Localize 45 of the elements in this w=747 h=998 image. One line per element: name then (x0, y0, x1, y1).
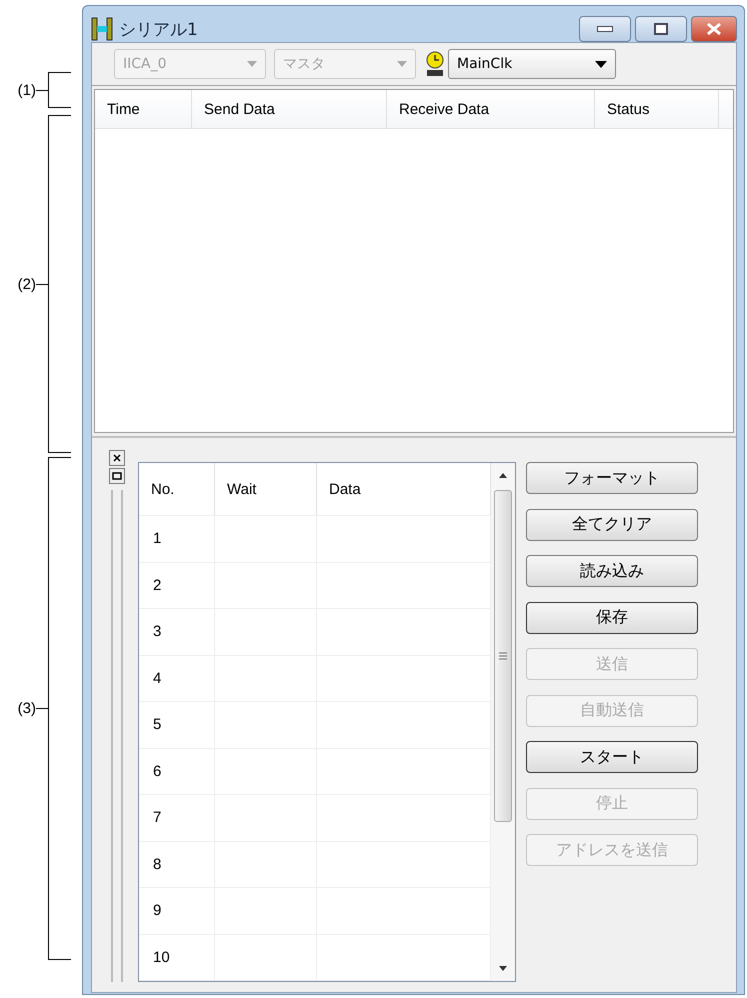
window-title: シリアル1 (119, 18, 199, 40)
action-button[interactable]: 全てクリア (526, 508, 698, 540)
minimize-icon (597, 26, 613, 32)
column-header[interactable]: Wait (215, 463, 317, 515)
maximize-icon (654, 23, 668, 35)
row-number: 6 (139, 748, 215, 794)
scroll-down-icon[interactable] (499, 966, 507, 971)
scrollbar-thumb[interactable] (494, 490, 512, 822)
action-button[interactable]: 保存 (526, 602, 698, 634)
float-icon[interactable] (109, 468, 125, 484)
row-number: 2 (139, 562, 215, 608)
caret-icon (595, 60, 607, 68)
clock-dropdown[interactable]: MainClk (448, 49, 616, 79)
callout-label: (3) (16, 700, 36, 717)
row-number: 1 (139, 516, 215, 562)
callout-label: (2) (16, 276, 36, 292)
action-button[interactable]: スタート (526, 741, 698, 773)
leader-line (36, 708, 48, 709)
row-number: 4 (139, 656, 215, 701)
row-number: 8 (139, 842, 215, 887)
minimize-button[interactable] (579, 16, 631, 42)
row-number: 3 (139, 609, 215, 654)
clock-icon (424, 51, 446, 77)
row-number: 5 (139, 702, 215, 748)
caret-icon (247, 61, 257, 67)
column-header[interactable]: No. (139, 463, 215, 515)
grip-handle[interactable] (111, 490, 123, 982)
callout-label: (1) (16, 82, 36, 98)
column-header[interactable]: Send Data (192, 90, 387, 128)
action-button[interactable]: 読み込み (526, 555, 698, 587)
action-button[interactable]: フォーマット (526, 462, 698, 494)
column-header[interactable]: Receive Data (387, 90, 595, 128)
caret-icon (397, 61, 407, 67)
row-number: 9 (139, 888, 215, 934)
app-logo-icon (91, 17, 113, 41)
column-header[interactable]: Status (595, 90, 719, 128)
close-icon (706, 22, 722, 36)
column-header[interactable]: Time (95, 90, 192, 128)
bracket-line (48, 72, 71, 108)
row-number: 10 (139, 934, 215, 980)
scroll-up-icon[interactable] (499, 473, 507, 478)
row-number: 7 (139, 795, 215, 840)
close-icon[interactable] (109, 450, 125, 466)
maximize-button[interactable] (635, 16, 687, 42)
close-button[interactable] (691, 16, 737, 42)
